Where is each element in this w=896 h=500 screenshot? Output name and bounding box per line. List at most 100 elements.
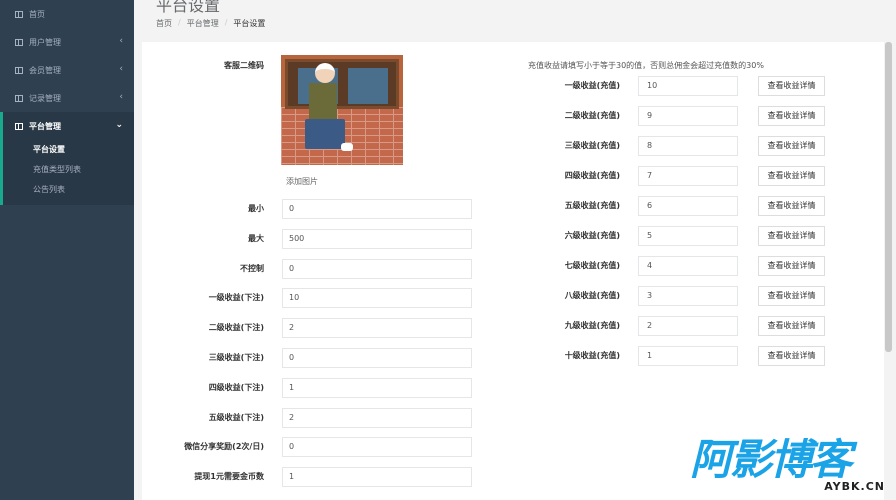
add-image-link[interactable]: 添加图片 [286, 176, 318, 187]
sidebar-item-label: 记录管理 [29, 93, 61, 103]
watermark-cn-text: 阿影博客 [690, 435, 852, 484]
grid-icon [15, 66, 23, 74]
recharge-label: 十级收益(充值) [564, 351, 620, 360]
breadcrumb-current: 平台设置 [233, 19, 266, 28]
sidebar: 首页用户管理 ‹ 会员管理 ‹ 记录管理 ‹ 平台管理 ⌄ 平台设置 充值类型列表 公告列表 [0, 0, 134, 500]
photo-kid-shoe [341, 143, 353, 151]
view-earnings-button[interactable]: 查看收益详情 [758, 346, 825, 366]
sidebar-item-3[interactable]: 记录管理 ‹ [0, 84, 134, 112]
sidebar-item-label: 用户管理 [29, 37, 61, 47]
field-input[interactable]: 0 [282, 258, 472, 279]
photo-window [285, 59, 399, 109]
sidebar-subitem-2[interactable]: 公告列表 [3, 180, 134, 200]
recharge-input[interactable]: 4 [638, 256, 738, 276]
field-input[interactable]: 0 [282, 199, 472, 219]
recharge-input[interactable]: 3 [638, 286, 738, 306]
chevron-down-icon: ⌄ [115, 120, 123, 130]
recharge-row: 五级收益(充值) 6 查看收益详情 [528, 196, 828, 216]
recharge-label: 二级收益(充值) [564, 111, 620, 120]
form-row: 提现1元需要金币数 1 [142, 467, 482, 488]
form-row: 三级收益(下注) 0 [142, 348, 482, 368]
sidebar-subitem-0[interactable]: 平台设置 [3, 140, 134, 160]
grid-icon [15, 94, 23, 102]
view-earnings-button[interactable]: 查看收益详情 [758, 166, 825, 186]
recharge-row: 十级收益(充值) 1 查看收益详情 [528, 346, 828, 366]
sidebar-submenu: 平台设置 充值类型列表 公告列表 [3, 140, 134, 200]
form-row: 二级收益(下注) 2 [142, 318, 482, 339]
form-row: 四级收益(下注) 1 [142, 377, 482, 398]
field-input[interactable]: 2 [282, 407, 472, 428]
sidebar-item-label: 会员管理 [29, 65, 61, 75]
grid-icon [15, 122, 23, 130]
field-input[interactable]: 1 [282, 467, 472, 488]
view-earnings-button[interactable]: 查看收益详情 [758, 316, 825, 336]
sidebar-item-0[interactable]: 首页 [0, 0, 134, 28]
recharge-input[interactable]: 9 [638, 106, 738, 126]
recharge-row: 二级收益(充值) 9 查看收益详情 [528, 106, 828, 126]
view-earnings-button[interactable]: 查看收益详情 [758, 196, 825, 216]
recharge-row: 九级收益(充值) 2 查看收益详情 [528, 316, 828, 336]
field-label: 三级收益(下注) [208, 353, 264, 362]
sidebar-item-label: 首页 [29, 9, 45, 19]
form-row: 五级收益(下注) 2 [142, 407, 482, 428]
form-row: 最大 500 [142, 228, 482, 249]
view-earnings-button[interactable]: 查看收益详情 [758, 136, 825, 156]
chevron-left-icon: ‹ [119, 92, 123, 102]
watermark-logo: 阿影博客 AYBK.CN [686, 432, 891, 498]
grid-icon [15, 10, 23, 18]
breadcrumb-separator: / [224, 18, 228, 27]
recharge-row: 一级收益(充值) 10 查看收益详情 [528, 76, 828, 96]
view-earnings-button[interactable]: 查看收益详情 [758, 106, 825, 126]
watermark-en-text: AYBK.CN [824, 480, 885, 493]
breadcrumb-home[interactable]: 首页 [156, 18, 172, 29]
sidebar-item-platform[interactable]: 平台管理 ⌄ [3, 112, 134, 140]
recharge-input[interactable]: 1 [638, 346, 738, 366]
view-earnings-button[interactable]: 查看收益详情 [758, 226, 825, 246]
field-label: 二级收益(下注) [208, 323, 264, 333]
recharge-label: 八级收益(充值) [564, 291, 620, 300]
grid-icon [15, 38, 23, 46]
field-input[interactable]: 10 [282, 288, 472, 309]
nav-list: 首页用户管理 ‹ 会员管理 ‹ 记录管理 ‹ [0, 0, 134, 112]
qr-code-image[interactable] [281, 55, 403, 165]
chevron-left-icon: ‹ [119, 36, 123, 46]
recharge-row: 八级收益(充值) 3 查看收益详情 [528, 286, 828, 306]
breadcrumb-platform[interactable]: 平台管理 [187, 18, 219, 29]
recharge-label: 六级收益(充值) [564, 231, 620, 240]
field-input[interactable]: 1 [282, 377, 472, 398]
chevron-left-icon: ‹ [119, 64, 123, 74]
form-row: 最小 0 [142, 199, 482, 219]
recharge-label: 五级收益(充值) [564, 201, 620, 210]
page-scrollbar[interactable] [885, 42, 892, 352]
recharge-input[interactable]: 6 [638, 196, 738, 216]
recharge-row: 四级收益(充值) 7 查看收益详情 [528, 166, 828, 186]
recharge-input[interactable]: 2 [638, 316, 738, 336]
form-row: 一级收益(下注) 10 [142, 288, 482, 309]
sidebar-item-1[interactable]: 用户管理 ‹ [0, 28, 134, 56]
view-earnings-button[interactable]: 查看收益详情 [758, 76, 825, 96]
field-input[interactable]: 0 [282, 437, 472, 458]
field-input[interactable]: 0 [282, 348, 472, 368]
recharge-row: 七级收益(充值) 4 查看收益详情 [528, 256, 828, 276]
field-label: 一级收益(下注) [208, 293, 264, 303]
sidebar-item-label: 平台管理 [29, 121, 61, 131]
form-row: 不控制 0 [142, 258, 482, 279]
recharge-input[interactable]: 10 [638, 76, 738, 96]
field-input[interactable]: 2 [282, 318, 472, 339]
recharge-label: 九级收益(充值) [564, 321, 620, 330]
view-earnings-button[interactable]: 查看收益详情 [758, 286, 825, 306]
page-title: 平台设置 [156, 0, 221, 15]
recharge-input[interactable]: 8 [638, 136, 738, 156]
recharge-input[interactable]: 5 [638, 226, 738, 246]
view-earnings-button[interactable]: 查看收益详情 [758, 256, 825, 276]
recharge-label: 七级收益(充值) [564, 261, 620, 270]
field-label: 提现1元需要金币数 [194, 472, 264, 482]
sidebar-group-platform: 平台管理 ⌄ 平台设置 充值类型列表 公告列表 [0, 112, 134, 205]
photo-kid-head [315, 63, 335, 83]
field-label: 最大 [248, 233, 264, 243]
sidebar-item-2[interactable]: 会员管理 ‹ [0, 56, 134, 84]
sidebar-subitem-1[interactable]: 充值类型列表 [3, 160, 134, 180]
recharge-label: 四级收益(充值) [564, 171, 620, 180]
recharge-input[interactable]: 7 [638, 166, 738, 186]
field-input[interactable]: 500 [282, 228, 472, 249]
